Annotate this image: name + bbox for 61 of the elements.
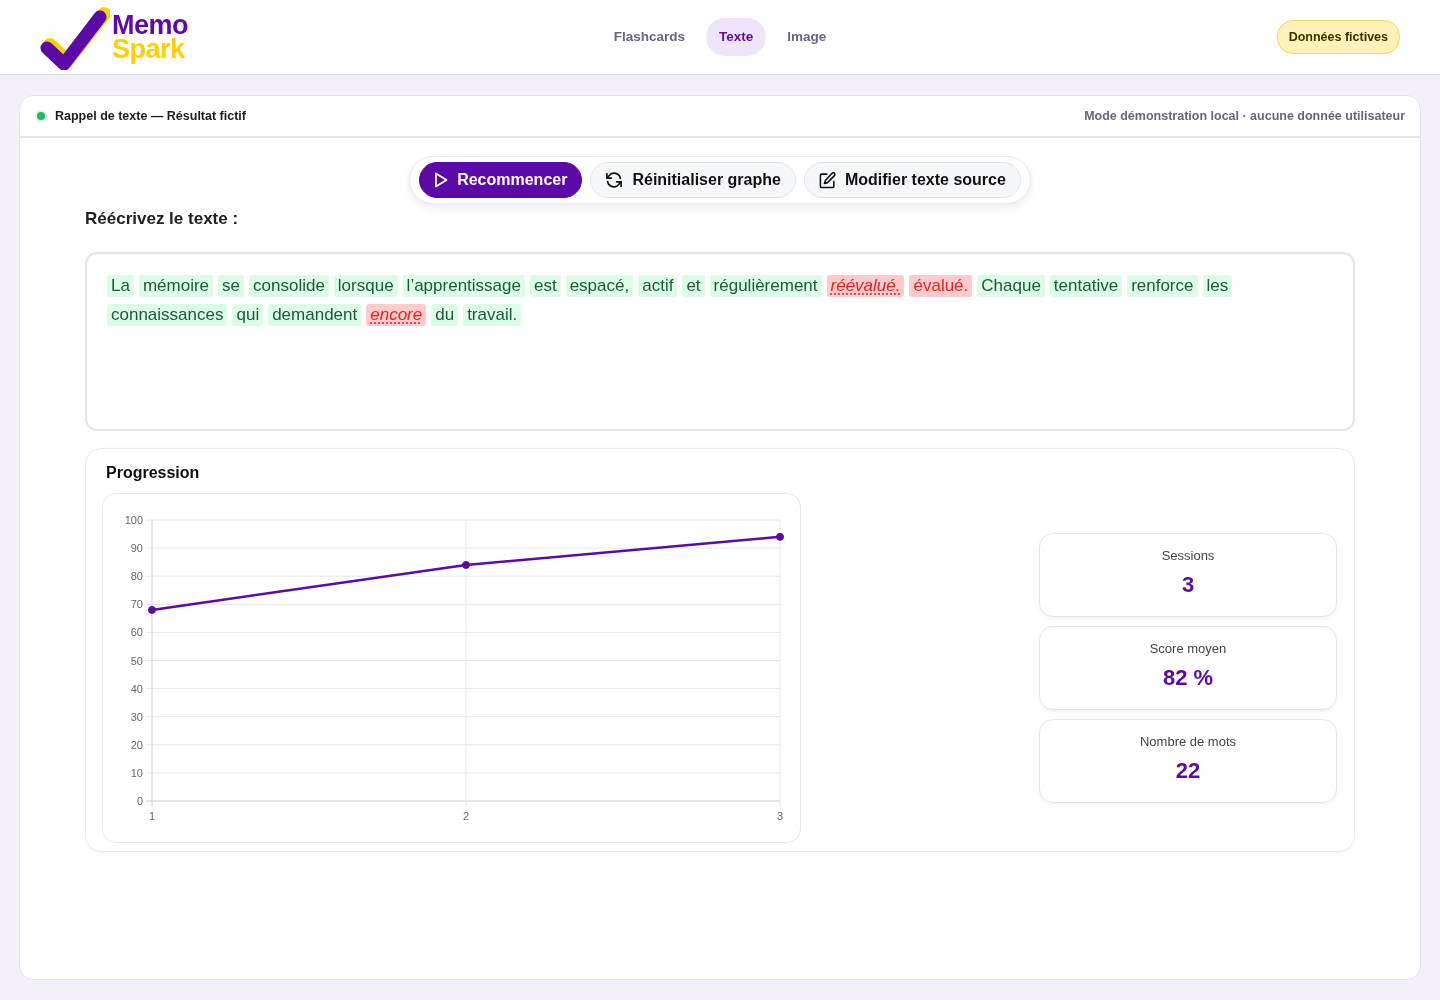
answer-box[interactable]: La mémoire se consolide lorsque l’apprentissage est espacé, actif et régulièrement réévalué. évalué. Chaque tentative renforce les connaissances qui demandent encore du travail. xyxy=(85,251,1355,431)
prompt-heading: Réécrivez le texte : xyxy=(85,208,240,230)
correct-word: se xyxy=(218,274,244,297)
stat-value: 22 xyxy=(1174,756,1202,785)
stat-label: Score moyen xyxy=(1148,640,1228,657)
x-axis-label: 2 xyxy=(462,809,470,822)
edit-icon xyxy=(818,171,836,189)
correct-word: qui xyxy=(232,303,264,326)
play-icon xyxy=(434,172,449,188)
correct-word: mémoire xyxy=(138,274,214,297)
correct-word: et xyxy=(682,274,705,297)
correct-word: est xyxy=(529,274,561,297)
correct-word: consolide xyxy=(249,274,329,297)
y-axis-label: 0 xyxy=(136,794,143,807)
correct-word: connaissances xyxy=(107,303,228,326)
nav-tab[interactable]: Image xyxy=(774,17,840,57)
x-axis-label: 1 xyxy=(148,809,156,822)
demo-data-badge: Données fictives xyxy=(1276,19,1400,55)
y-axis-label: 80 xyxy=(130,569,143,582)
nav-tab[interactable]: Texte xyxy=(706,17,767,57)
correct-word: travail. xyxy=(463,303,522,326)
status-dot-icon xyxy=(35,110,47,122)
correct-word: Chaque xyxy=(977,274,1045,297)
correct-word: régulièrement xyxy=(709,274,822,297)
expected-word: évalué. xyxy=(909,274,973,297)
y-axis-label: 90 xyxy=(130,541,143,554)
y-axis-label: 50 xyxy=(130,654,143,666)
panel-title: Rappel de texte — Résultat fictif xyxy=(55,107,246,125)
section-title: Progression xyxy=(106,462,201,483)
y-axis-label: 10 xyxy=(130,766,143,779)
nav-tab[interactable]: Flashcards xyxy=(600,17,698,57)
y-axis-label: 100 xyxy=(124,513,143,526)
y-axis-label: 20 xyxy=(130,738,143,751)
wrong-word: encore xyxy=(366,303,427,326)
y-axis-label: 70 xyxy=(130,597,143,610)
correct-word: du xyxy=(431,303,459,326)
y-axis-label: 40 xyxy=(130,682,143,695)
y-axis-label: 30 xyxy=(130,710,143,723)
correct-word: tentative xyxy=(1049,274,1123,297)
stat-label: Sessions xyxy=(1160,547,1216,564)
correct-word: lorsque xyxy=(333,274,398,297)
correct-word: l’apprentissage xyxy=(402,274,525,297)
mode-note: Mode démonstration local · aucune donnée utilisateur xyxy=(1084,107,1405,125)
wrong-word: réévalué. xyxy=(826,274,905,297)
checkmark-icon xyxy=(40,4,110,70)
correct-word: actif xyxy=(638,274,678,297)
stat-label: Nombre de mots xyxy=(1138,733,1238,750)
correct-word: La xyxy=(107,274,134,297)
stat-value: 82 % xyxy=(1161,663,1215,692)
correct-word: espacé, xyxy=(565,274,634,297)
edit-source-button[interactable]: Modifier texte source xyxy=(803,162,1021,198)
reset-graph-button[interactable]: Réinitialiser graphe xyxy=(590,162,796,198)
correct-word: les xyxy=(1202,274,1233,297)
stat-value: 3 xyxy=(1180,570,1196,599)
x-axis-label: 3 xyxy=(776,809,784,822)
logo-text: Memo xyxy=(112,13,188,37)
correct-word: renforce xyxy=(1127,274,1198,297)
refresh-icon xyxy=(605,171,624,189)
y-axis-label: 60 xyxy=(130,625,143,638)
restart-button[interactable]: Recommencer xyxy=(419,162,583,198)
correct-word: demandent xyxy=(268,303,362,326)
